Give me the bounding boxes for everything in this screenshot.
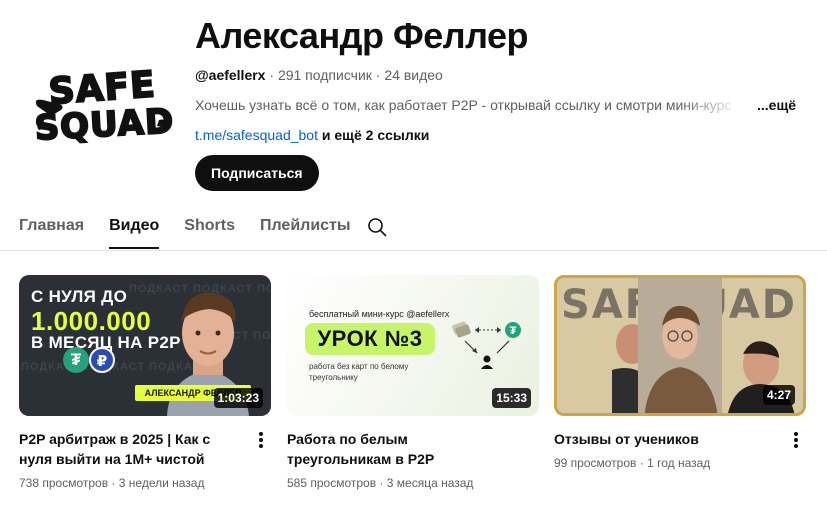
video-title[interactable]: Отзывы от учеников — [554, 429, 779, 449]
student-photo-center — [638, 278, 722, 413]
description-more-button[interactable]: ...ещё — [757, 95, 796, 115]
more-actions-icon[interactable] — [251, 430, 271, 452]
channel-description[interactable]: Хочешь узнать всё о том, как работает P2… — [195, 95, 743, 115]
meta-separator: · — [379, 476, 384, 490]
video-meta: 585 просмотров · 3 месяца назад — [287, 474, 473, 492]
thumbnail-lesson: УРОК №3 — [305, 323, 435, 355]
svg-text:₮: ₮ — [510, 325, 517, 337]
p-coin-icon: ₽ — [89, 347, 115, 373]
meta-separator: · — [111, 476, 116, 490]
video-views: 585 просмотров — [287, 476, 377, 490]
more-actions-icon[interactable] — [786, 430, 806, 452]
video-thumbnail[interactable]: ПОДКАСТ ПОДКАСТ ПОДКАСТ ПОДКАСТ ПОДКАСТ … — [19, 275, 271, 416]
subscriber-count: 291 подписчик — [277, 67, 372, 83]
channel-tabs: Главная Видео Shorts Плейлисты — [19, 205, 387, 251]
channel-name: Александр Феллер — [195, 15, 529, 56]
channel-links: t.me/safesquad_bot и ещё 2 ссылки — [195, 125, 815, 145]
meta-separator: · — [269, 67, 275, 83]
video-count: 24 видео — [384, 67, 443, 83]
subscribe-button[interactable]: Подписаться — [195, 155, 319, 191]
video-card: SAFE QUAD 4:27 Отзывы от учеников 99 про… — [554, 275, 806, 470]
video-duration: 1:03:23 — [213, 388, 263, 408]
meta-separator: · — [639, 456, 644, 470]
tab-playlists[interactable]: Плейлисты — [260, 205, 351, 247]
video-age: 3 месяца назад — [386, 476, 474, 490]
tab-shorts[interactable]: Shorts — [184, 205, 235, 247]
video-thumbnail[interactable]: бесплатный мини-курс @aefellerx УРОК №3 … — [287, 275, 539, 416]
video-card: ПОДКАСТ ПОДКАСТ ПОДКАСТ ПОДКАСТ ПОДКАСТ … — [19, 275, 271, 490]
video-views: 99 просмотров — [554, 456, 637, 470]
thumbnail-subtitle: бесплатный мини-курс @aefellerx — [309, 309, 450, 319]
thumbnail-note: работа без карт по белому треугольнику — [309, 362, 409, 382]
tether-icon: ₮ — [63, 347, 89, 373]
channel-meta: @aefellerx · 291 подписчик · 24 видео — [195, 65, 815, 85]
channel-handle: @aefellerx — [195, 67, 266, 83]
thumbnail-line1: С НУЛЯ ДО — [31, 287, 128, 306]
video-card: бесплатный мини-курс @aefellerx УРОК №3 … — [287, 275, 539, 490]
video-title[interactable]: P2P арбитраж в 2025 | Как с нуля выйти н… — [19, 429, 244, 469]
channel-avatar[interactable]: SAFE SQUAD — [19, 36, 187, 176]
tab-home[interactable]: Главная — [19, 205, 84, 247]
more-links-button[interactable]: и ещё 2 ссылки — [322, 127, 429, 143]
video-views: 738 просмотров — [19, 476, 109, 490]
triangle-diagram-icon: ₮ — [452, 321, 521, 369]
video-age: 1 год назад — [647, 456, 711, 470]
tabs-divider — [0, 250, 827, 251]
video-title[interactable]: Работа по белым треугольникам в P2P — [287, 429, 512, 469]
channel-description-row[interactable]: Хочешь узнать всё о том, как работает P2… — [195, 95, 815, 115]
channel-link[interactable]: t.me/safesquad_bot — [195, 127, 318, 143]
video-thumbnail[interactable]: SAFE QUAD 4:27 — [554, 275, 806, 416]
video-meta: 738 просмотров · 3 недели назад — [19, 474, 205, 492]
meta-separator: · — [375, 67, 381, 83]
safesquad-logo-icon: SAFE SQUAD — [33, 63, 176, 149]
logo-line2: SQUAD — [34, 101, 175, 148]
video-age: 3 недели назад — [118, 476, 205, 490]
video-duration: 15:33 — [492, 388, 531, 408]
search-icon[interactable] — [367, 217, 387, 237]
channel-info: Александр Феллер @aefellerx · 291 подпис… — [195, 14, 815, 145]
tab-videos[interactable]: Видео — [109, 205, 160, 249]
video-meta: 99 просмотров · 1 год назад — [554, 454, 710, 472]
video-duration: 4:27 — [762, 385, 795, 405]
